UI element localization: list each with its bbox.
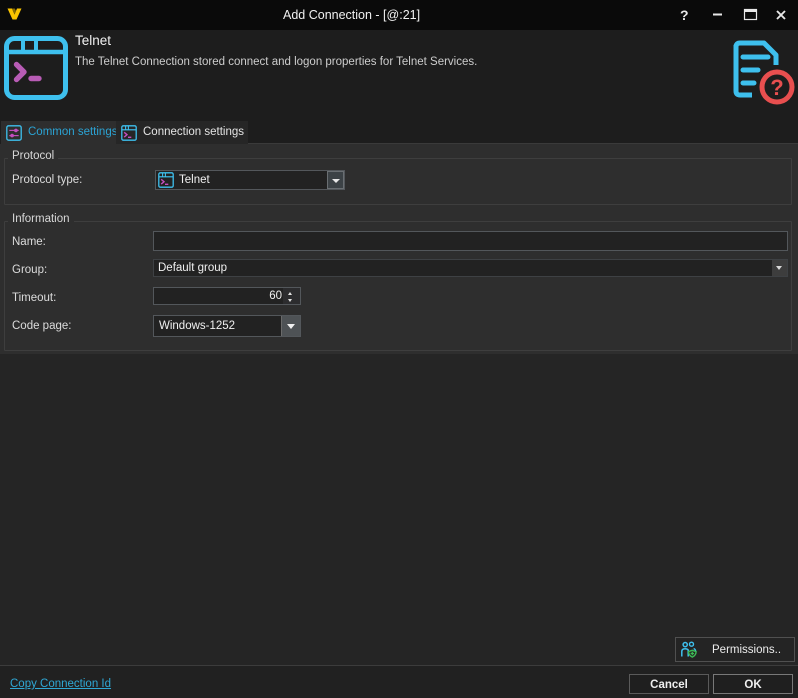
svg-text:?: ? (770, 75, 783, 100)
